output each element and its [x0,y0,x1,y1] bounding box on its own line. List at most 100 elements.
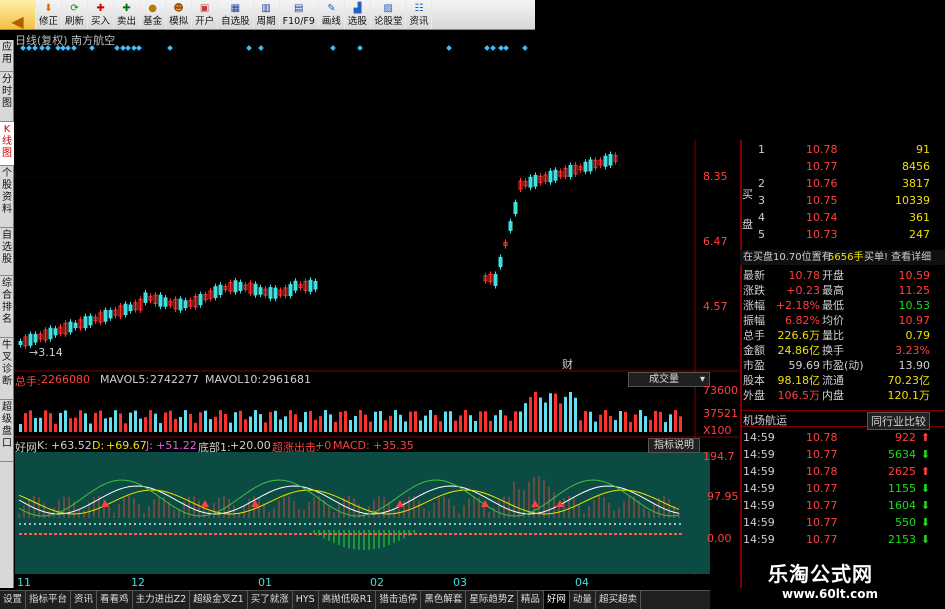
forum-button[interactable]: ▨ 论股堂 [371,0,407,29]
side-tab-ranking[interactable]: 综合排名 [0,276,14,338]
back-button[interactable]: ◀ [0,0,36,30]
signal-dot [409,533,412,535]
bottom-tab[interactable]: 主力进出Z2 [133,591,191,609]
signal-dot [289,523,291,525]
volume-bar [74,417,77,432]
signal-marker [55,45,61,51]
signal-dot [44,533,47,535]
candle-body [603,155,608,167]
side-tab-diagnosis[interactable]: 牛叉诊断 [0,338,14,400]
big-order-note[interactable]: 在买盘10.70位置有 5656手 买单! 查看详细 [740,250,945,265]
watermark-title: 乐淘公式网 [768,562,873,586]
open-account-button[interactable]: ▣ 开户 [192,0,219,29]
bottom-tab[interactable]: 指标平台 [26,591,72,609]
tick-row: 14:59 10.77 1604 ⬇ [743,499,930,512]
side-tab-timeshare[interactable]: 分时图 [0,72,14,122]
bottom-tab[interactable]: 黑色解套 [421,591,467,609]
candle-body [68,321,73,333]
bottom-tab[interactable]: HYS [293,591,319,609]
signal-dot [134,533,137,535]
volume-bar [379,411,382,432]
industry-compare-button[interactable]: 同行业比较 [867,412,930,430]
bottom-tab[interactable]: 动量 [570,591,596,609]
bottom-tab[interactable]: 猎击追停 [376,591,422,609]
signal-dot [244,523,246,525]
signal-dot [339,523,341,525]
down-arrow-icon: ⬇ [920,499,930,512]
candle-body [513,202,518,214]
signal-dot [424,533,427,535]
signal-dot [644,533,647,535]
price-axis-label: 6.47 [703,235,728,248]
signal-dot [349,523,351,525]
signal-dot [669,523,671,525]
signal-dot [429,523,431,525]
side-tab-super-level[interactable]: 超级盘口 [0,400,14,462]
kline-chart[interactable] [15,30,739,588]
volume-bar [224,413,227,432]
signal-dot [199,533,202,535]
chart-area[interactable]: 日线(复权) 南方航空 8.35 6.47 4.57 →3.14 财 总手: 2… [15,30,739,589]
signal-dot [29,523,31,525]
bottom-tab[interactable]: 看看鸡 [97,591,133,609]
simulate-button[interactable]: ☻ 模拟 [166,0,193,29]
bottom-tab[interactable]: 资讯 [71,591,98,609]
bottom-tab[interactable]: 星际趋势Z [466,591,518,609]
signal-dot [194,523,196,525]
bottom-tab[interactable]: 买了就涨 [248,591,293,609]
revise-button[interactable]: ⬇ 修正 [36,0,63,29]
side-tab-apps[interactable]: 应用 [0,40,14,72]
volume-bar [174,418,177,432]
bottom-tab[interactable]: 设置 [0,591,27,609]
volume-bar [659,411,662,432]
macd-value: +35.35 [373,439,414,452]
watchlist-button[interactable]: ▦ 自选股 [218,0,254,29]
volume-bar [564,396,567,432]
signal-dot [139,523,141,525]
order-book-row: 10.77 8456 [806,160,930,173]
sell-icon: ✚ [122,3,131,14]
signal-dot [144,523,146,525]
up-arrow-icon: ⬆ [920,431,930,444]
signal-dot [374,533,377,535]
volume-bar [249,416,252,432]
volume-bar [429,410,432,432]
volume-dropdown[interactable]: 成交量 ▾ [628,372,710,387]
signal-dot [579,523,581,525]
signal-dot [639,533,642,535]
volume-bar [409,411,412,432]
side-tab-profile[interactable]: 个股资料 [0,166,14,228]
signal-dot [259,533,262,535]
bottom-tab[interactable]: 精品 [518,591,544,609]
signal-dot [54,533,57,535]
sell-button[interactable]: ✚ 卖出 [114,0,141,29]
bottom-tab[interactable]: 超级金叉Z1 [190,591,248,609]
candle-body [183,300,188,309]
volume-bar [29,410,32,432]
industry-name[interactable]: 机场航运 [743,412,787,428]
buy-button[interactable]: ✚ 买入 [88,0,115,29]
volume-bar [579,420,582,432]
f10-button[interactable]: ▤ F10/F9 [280,0,319,29]
volume-bar [494,415,497,432]
signal-dot [499,523,501,525]
volume-bar [384,420,387,432]
signal-dot [554,523,556,525]
fund-button[interactable]: ● 基金 [140,0,167,29]
bottom-tab[interactable]: 超买超卖 [596,591,641,609]
period-button[interactable]: ▥ 周期 [254,0,280,29]
signal-dot [464,523,466,525]
volume-bar [639,410,642,432]
bottom-tab[interactable]: 高抛低吸R1 [319,591,377,609]
draw-line-button[interactable]: ✎ 画线 [319,0,345,29]
stock-picker-button[interactable]: ▟ 选股 [345,0,371,29]
volume-bar [279,419,282,432]
bottom-tab[interactable]: 好网 [543,591,570,609]
indicator-help-button[interactable]: 指标说明 [648,438,700,453]
news-button[interactable]: ☷ 资讯 [406,0,433,29]
signal-dot [134,523,136,525]
signal-dot [324,533,327,535]
refresh-button[interactable]: ⟳ 刷新 [62,0,89,29]
side-tab-watchlist[interactable]: 自选股 [0,228,14,276]
side-tab-kline[interactable]: K线图 [0,122,14,166]
